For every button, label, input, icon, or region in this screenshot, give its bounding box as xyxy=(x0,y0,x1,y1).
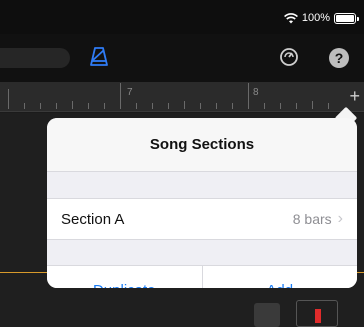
popover-title: Song Sections xyxy=(47,118,357,172)
ruler-tick xyxy=(216,103,217,109)
record-control[interactable] xyxy=(296,300,338,327)
ruler-marker-7: 7 xyxy=(127,87,133,98)
metronome-icon[interactable] xyxy=(88,46,110,68)
ruler-tick xyxy=(136,103,137,109)
add-section-icon[interactable]: + xyxy=(349,84,360,108)
timeline-ruler[interactable]: 7 8 + xyxy=(0,82,364,112)
ruler-tick xyxy=(168,103,169,109)
ruler-tick xyxy=(264,103,265,109)
popover-actions: Duplicate Add xyxy=(47,266,357,288)
status-bar: 100% xyxy=(0,0,364,34)
ruler-tick xyxy=(232,103,233,109)
ruler-tick xyxy=(120,83,121,109)
transport-control[interactable] xyxy=(0,48,70,68)
toolbar: ? xyxy=(0,34,364,82)
record-indicator xyxy=(315,309,321,323)
ruler-tick xyxy=(312,101,313,109)
ruler-tick xyxy=(152,103,153,109)
battery-percentage: 100% xyxy=(301,12,330,24)
ruler-tick xyxy=(328,103,329,109)
help-icon[interactable]: ? xyxy=(329,48,349,68)
ruler-tick xyxy=(8,89,9,109)
ruler-tick xyxy=(280,103,281,109)
add-button[interactable]: Add xyxy=(201,266,358,288)
ruler-tick xyxy=(40,103,41,109)
ruler-tick xyxy=(72,101,73,109)
chevron-right-icon: › xyxy=(337,210,343,227)
battery-icon xyxy=(334,12,359,24)
popover-spacer xyxy=(47,172,357,198)
ruler-tick xyxy=(88,103,89,109)
popover-spacer xyxy=(47,240,357,266)
status-indicators: 100% xyxy=(283,10,359,26)
track-control[interactable] xyxy=(254,303,280,327)
ruler-tick xyxy=(200,103,201,109)
section-name: Section A xyxy=(61,210,125,228)
settings-icon[interactable] xyxy=(278,46,300,68)
ruler-tick xyxy=(296,103,297,109)
section-row[interactable]: Section A 8 bars › xyxy=(47,198,357,240)
ruler-tick xyxy=(184,101,185,109)
ruler-tick xyxy=(104,103,105,109)
ruler-tick xyxy=(248,83,249,109)
section-length: 8 bars xyxy=(292,211,332,227)
ruler-marker-8: 8 xyxy=(253,87,259,98)
ruler-tick xyxy=(56,103,57,109)
duplicate-button[interactable]: Duplicate xyxy=(47,266,202,288)
wifi-icon xyxy=(283,12,298,23)
song-sections-popover: Song Sections Section A 8 bars › Duplica… xyxy=(47,118,357,288)
ruler-tick xyxy=(24,103,25,109)
